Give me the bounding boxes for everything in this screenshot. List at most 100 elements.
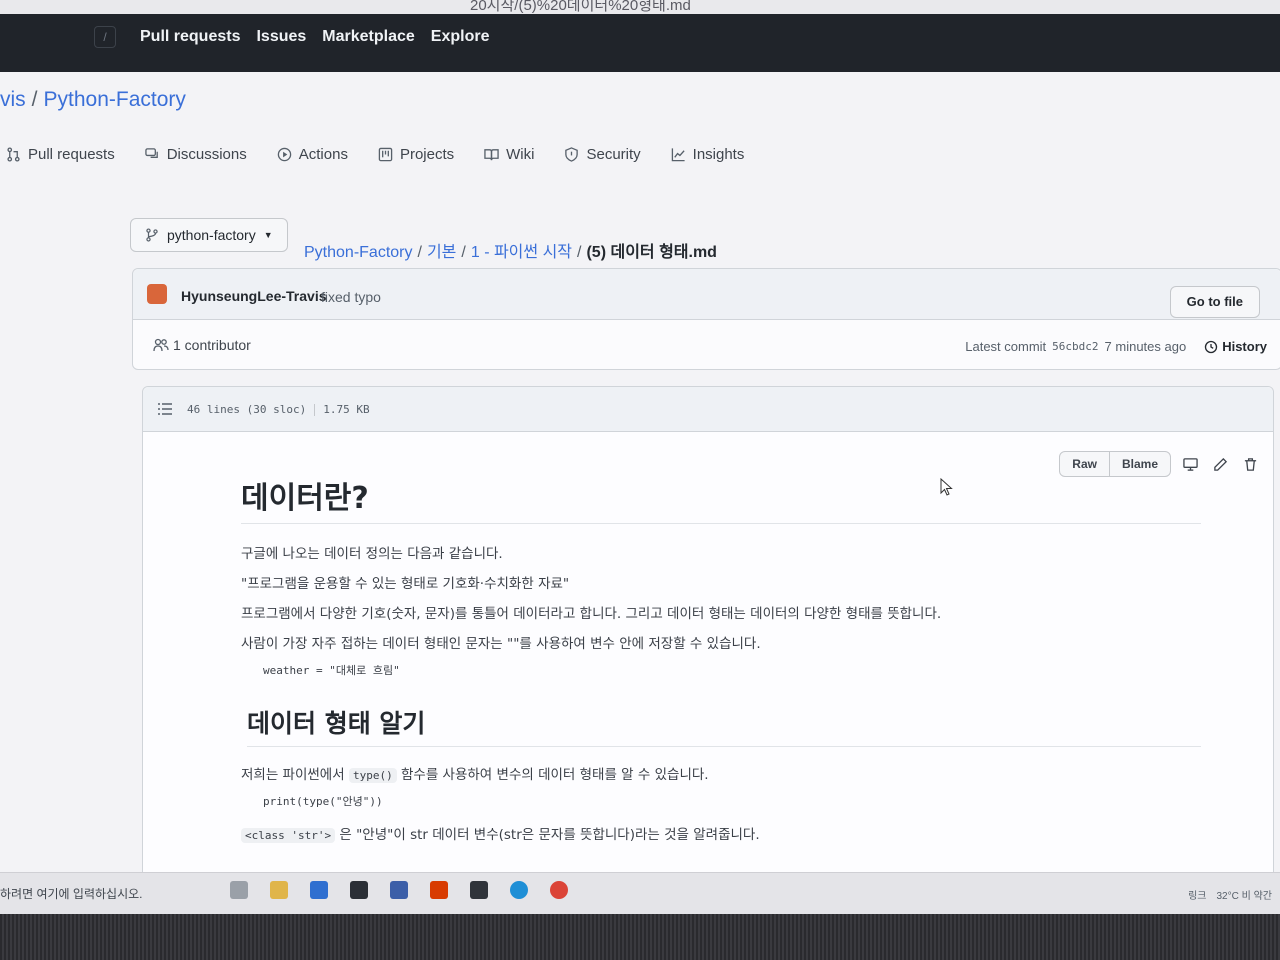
nav-pull-requests[interactable]: Pull requests — [140, 28, 240, 46]
global-header: / Pull requests Issues Marketplace Explo… — [0, 14, 1280, 72]
branch-name: python-factory — [167, 227, 256, 243]
code-block: print(type("안녕")) — [263, 795, 383, 808]
file-header: 46 lines (30 sloc) 1.75 KB — [143, 387, 1273, 432]
window-title: 20시작/(5)%20데이터%20형태.md — [470, 0, 691, 14]
breadcrumb-root[interactable]: Python-Factory — [304, 244, 412, 261]
app-icon[interactable] — [390, 881, 408, 899]
breadcrumb-level2[interactable]: 1 - 파이썬 시작 — [471, 244, 572, 261]
paragraph: 구글에 나오는 데이터 정의는 다음과 같습니다. — [241, 546, 503, 562]
monitor-bezel — [0, 914, 1280, 960]
chrome-icon[interactable] — [550, 881, 568, 899]
commit-meta: Latest commit 56cbdc2 7 minutes ago Hist… — [965, 339, 1267, 354]
dropbox-icon[interactable] — [350, 881, 368, 899]
paragraph: 사람이 가장 자주 접하는 데이터 형태인 문자는 ""를 사용하여 변수 안에… — [241, 636, 761, 652]
mouse-cursor-icon — [940, 478, 953, 496]
markdown-body: 데이터란? 구글에 나오는 데이터 정의는 다음과 같습니다. "프로그램을 운… — [241, 473, 1201, 853]
tray-links[interactable]: 링크 — [1188, 887, 1206, 902]
tab-label: Projects — [399, 146, 455, 163]
tab-security[interactable]: Security — [564, 146, 641, 163]
outline-list-icon[interactable] — [157, 401, 173, 417]
mail-icon[interactable] — [310, 881, 328, 899]
text-span: 은 "안녕"이 str 데이터 변수(str은 문자를 뜻합니다)라는 것을 알… — [339, 827, 760, 843]
nav-marketplace[interactable]: Marketplace — [322, 28, 415, 46]
edge-icon[interactable] — [510, 881, 528, 899]
chevron-down-icon: ▼ — [263, 230, 273, 240]
tab-label: Wiki — [506, 146, 535, 163]
contributors-link[interactable]: 1 contributor — [153, 337, 251, 353]
paragraph: 저희는 파이썬에서 type() 함수를 사용하여 변수의 데이터 형태를 알 … — [241, 763, 1201, 783]
file-viewer: 46 lines (30 sloc) 1.75 KB Raw Blame 데이터란… — [142, 386, 1274, 872]
text-span: 저희는 파이썬에서 — [241, 767, 345, 783]
tab-discussions[interactable]: Discussions — [145, 146, 247, 163]
repo-owner-link[interactable]: vis — [0, 88, 26, 111]
tab-label: Actions — [298, 146, 348, 163]
history-label: History — [1222, 339, 1267, 354]
paragraph: "프로그램을 운용할 수 있는 형태로 기호화·수치화한 자료" — [241, 576, 570, 592]
commit-hash[interactable]: 56cbdc2 — [1052, 340, 1098, 353]
tab-projects[interactable]: Projects — [378, 146, 454, 163]
wiki-icon — [484, 149, 499, 161]
tab-label: Discussions — [166, 146, 247, 163]
desktop-icon — [1182, 457, 1198, 471]
paragraph: <class 'str'> 은 "안녕"이 str 데이터 변수(str은 문자… — [241, 823, 1201, 843]
file-breadcrumb: Python-Factory / 기본/1 - 파이썬 시작 / (5) 데이터 형태.… — [304, 244, 717, 261]
projects-icon — [378, 147, 393, 162]
history-link[interactable]: History — [1204, 339, 1267, 354]
tab-pull-requests[interactable]: Pull requests — [6, 146, 115, 163]
file-info: 46 lines (30 sloc) 1.75 KB — [187, 403, 370, 416]
pencil-icon — [1213, 457, 1227, 471]
repo-page: vis / Python-Factory Pull requests Discuss… — [0, 72, 1280, 872]
pull-request-icon — [7, 147, 20, 162]
store-icon[interactable] — [470, 881, 488, 899]
tab-label: Pull requests — [28, 146, 115, 163]
avatar[interactable] — [147, 284, 167, 304]
commit-row: HyunseungLee-Travis fixed typo — [133, 269, 1280, 320]
commit-author[interactable]: HyunseungLee-Travis — [181, 288, 327, 304]
discussions-icon — [145, 148, 158, 158]
office-icon[interactable] — [430, 881, 448, 899]
inline-code: <class 'str'> — [241, 828, 336, 843]
task-view-icon[interactable] — [230, 881, 248, 899]
nav-explore[interactable]: Explore — [431, 28, 490, 46]
paragraph: 프로그램에서 다양한 기호(숫자, 문자)를 통틀어 데이터라고 합니다. 그리… — [241, 606, 942, 622]
edit-file-button[interactable] — [1209, 453, 1231, 475]
nav-issues[interactable]: Issues — [256, 28, 306, 46]
commit-message[interactable]: fixed typo — [321, 289, 381, 305]
actions-icon — [277, 147, 291, 162]
people-icon — [153, 338, 169, 352]
taskbar-search[interactable]: 하려면 여기에 입력하십시오. — [0, 885, 142, 902]
branch-icon — [146, 228, 158, 242]
breadcrumb-file: (5) 데이터 형태.md — [586, 244, 717, 261]
text-span: 함수를 사용하여 변수의 데이터 형태를 알 수 있습니다. — [401, 767, 709, 783]
display-desktop-button[interactable] — [1179, 453, 1201, 475]
history-icon — [1205, 340, 1218, 353]
file-lines: 46 lines (30 sloc) — [187, 403, 307, 416]
tray-weather[interactable]: 32°C 비 약간 — [1216, 887, 1272, 902]
shield-icon — [565, 147, 579, 162]
heading-1: 데이터란? — [241, 473, 1201, 524]
breadcrumb-level1[interactable]: 기본 — [427, 244, 456, 261]
go-to-file-button[interactable]: Go to file — [1169, 286, 1260, 318]
commit-time: 7 minutes ago — [1104, 339, 1187, 354]
graph-icon — [671, 148, 685, 162]
trash-icon — [1244, 457, 1256, 471]
repo-name-link[interactable]: Python-Factory — [44, 88, 186, 111]
inline-code: type() — [348, 768, 397, 783]
file-explorer-icon[interactable] — [270, 881, 288, 899]
heading-2: 데이터 형태 알기 — [247, 704, 1201, 747]
tab-label: Security — [586, 146, 641, 163]
latest-commit-box: HyunseungLee-Travis fixed typo 1 contrib… — [132, 268, 1280, 370]
delete-file-button[interactable] — [1239, 453, 1261, 475]
browser-title-bar: 20시작/(5)%20데이터%20형태.md — [0, 0, 1280, 14]
contributors-label: 1 contributor — [173, 337, 251, 353]
tab-wiki[interactable]: Wiki — [484, 146, 534, 163]
branch-selector[interactable]: python-factory ▼ — [130, 218, 288, 252]
latest-commit-label: Latest commit — [965, 339, 1047, 354]
taskbar-apps — [230, 881, 568, 899]
repo-tabs: Pull requests Discussions Actions Projec… — [6, 146, 744, 163]
tab-insights[interactable]: Insights — [671, 146, 744, 163]
search-shortcut-icon[interactable]: / — [94, 26, 116, 48]
code-block: weather = "대체로 흐림" — [263, 664, 400, 677]
global-nav: Pull requests Issues Marketplace Explore — [140, 28, 489, 46]
tab-actions[interactable]: Actions — [277, 146, 348, 163]
